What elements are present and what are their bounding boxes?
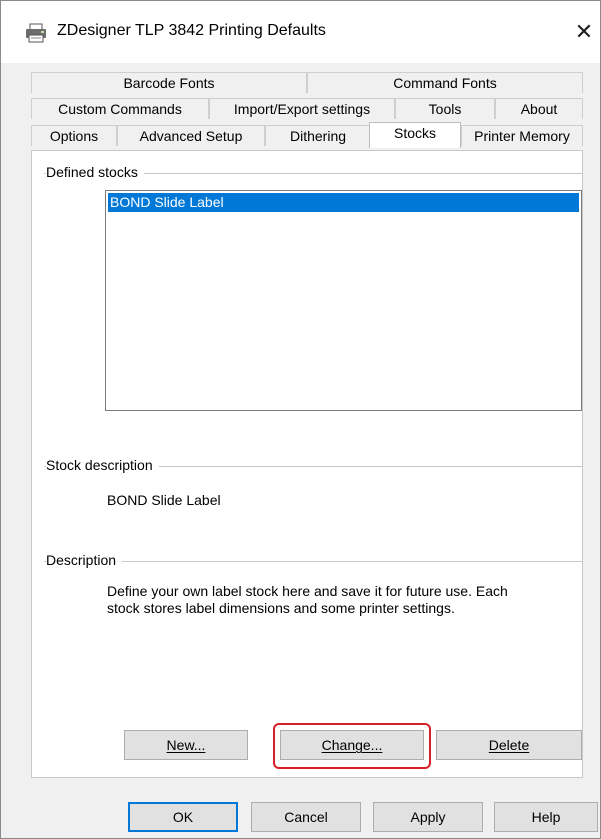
defined-stocks-label: Defined stocks (46, 164, 144, 180)
window-title: ZDesigner TLP 3842 Printing Defaults (57, 22, 326, 39)
printing-defaults-dialog: ZDesigner TLP 3842 Printing Defaults ✕ B… (0, 0, 601, 839)
stock-description-value: BOND Slide Label (107, 492, 221, 508)
description-text-line-2: stock stores label dimensions and some p… (107, 600, 455, 616)
help-button[interactable]: Help (494, 802, 598, 832)
list-item[interactable]: BOND Slide Label (108, 193, 579, 212)
description-divider (44, 561, 582, 562)
stocks-panel: Defined stocks BOND Slide Label Stock de… (31, 150, 583, 778)
new-button[interactable]: New... (124, 730, 248, 760)
description-text-line-1: Define your own label stock here and sav… (107, 583, 508, 599)
tab-stocks[interactable]: Stocks (369, 122, 461, 148)
tab-advanced-setup[interactable]: Advanced Setup (117, 125, 265, 146)
close-icon[interactable]: ✕ (571, 17, 597, 47)
tab-import-export-settings[interactable]: Import/Export settings (209, 98, 395, 119)
delete-button[interactable]: Delete (436, 730, 582, 760)
title-bar: ZDesigner TLP 3842 Printing Defaults ✕ (1, 1, 600, 63)
apply-button[interactable]: Apply (373, 802, 483, 832)
stock-description-label: Stock description (46, 457, 159, 473)
change-button-highlight (273, 723, 431, 769)
tab-row-2: Custom Commands Import/Export settings T… (31, 98, 583, 120)
tab-printer-memory[interactable]: Printer Memory (461, 125, 583, 146)
tab-dithering[interactable]: Dithering (265, 125, 371, 146)
tab-command-fonts[interactable]: Command Fonts (307, 72, 583, 93)
defined-stocks-list[interactable]: BOND Slide Label (105, 190, 582, 411)
tab-barcode-fonts[interactable]: Barcode Fonts (31, 72, 307, 93)
tab-custom-commands[interactable]: Custom Commands (31, 98, 209, 119)
new-button-label: New... (166, 737, 206, 753)
delete-button-label: Delete (488, 737, 530, 753)
tab-tools[interactable]: Tools (395, 98, 495, 119)
tab-row-3: Options Advanced Setup Dithering Stocks … (31, 122, 583, 151)
printer-icon (25, 23, 47, 43)
tab-options[interactable]: Options (31, 125, 117, 146)
cancel-button[interactable]: Cancel (251, 802, 361, 832)
description-label: Description (46, 552, 123, 568)
tab-about[interactable]: About (495, 98, 583, 119)
tab-row-1: Barcode Fonts Command Fonts (31, 72, 583, 94)
apply-button-label: Apply (410, 809, 446, 825)
ok-button[interactable]: OK (128, 802, 238, 832)
